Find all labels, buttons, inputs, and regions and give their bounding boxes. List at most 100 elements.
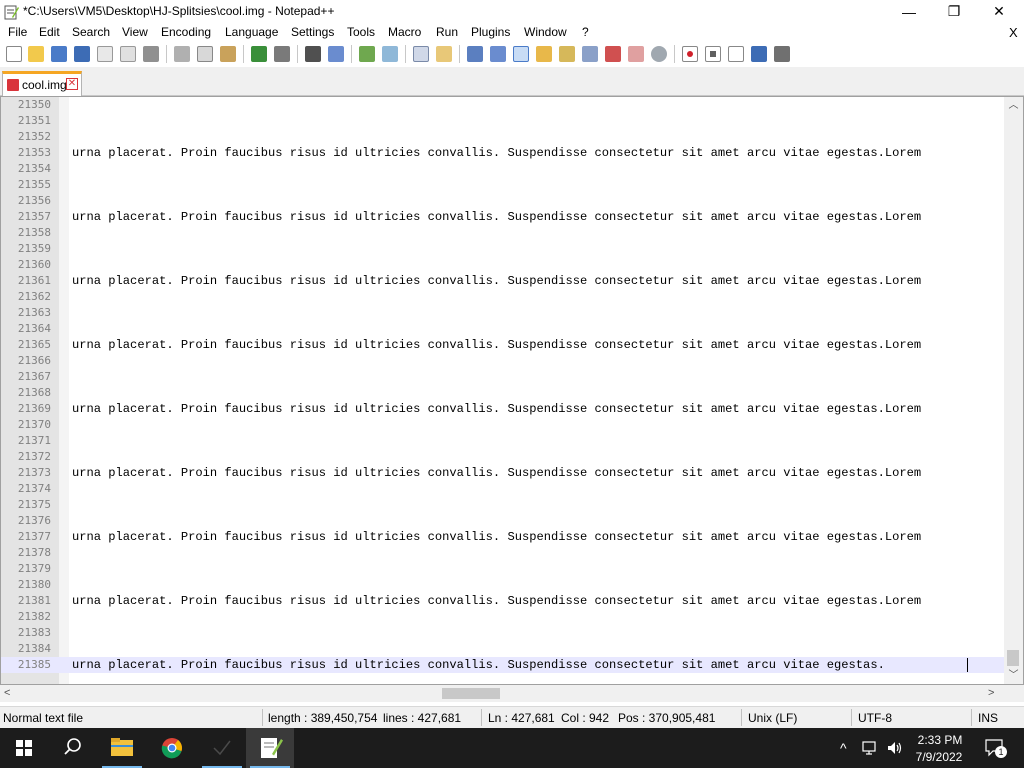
show-all-chars-icon[interactable] — [490, 46, 506, 62]
scroll-left-icon[interactable]: < — [4, 685, 20, 702]
indent-guide-icon[interactable] — [513, 46, 529, 62]
eye-icon[interactable] — [651, 46, 667, 62]
text-line[interactable]: 21353 urna placerat. Proin faucibus risus… — [1, 145, 1005, 161]
zoom-out-icon[interactable] — [382, 46, 398, 62]
text-line[interactable]: 21360 — [1, 257, 1005, 273]
text-line[interactable]: 21354 — [1, 161, 1005, 177]
text-line[interactable]: 21363 — [1, 305, 1005, 321]
scroll-right-icon[interactable]: > — [988, 685, 1004, 702]
close-document-button[interactable]: X — [1009, 25, 1018, 40]
menu-file[interactable]: File — [8, 25, 27, 39]
scroll-up-icon[interactable]: ︿ — [1004, 97, 1023, 114]
zoom-in-icon[interactable] — [359, 46, 375, 62]
monitoring-icon[interactable] — [605, 46, 621, 62]
search-button[interactable] — [48, 728, 96, 768]
tab-close-icon[interactable]: ✕ — [66, 78, 78, 90]
sync-horizontal-icon[interactable] — [436, 46, 452, 62]
function-list-icon[interactable] — [559, 46, 575, 62]
menu-plugins[interactable]: Plugins — [471, 25, 510, 39]
close-all-icon[interactable] — [120, 46, 136, 62]
status-insert-mode[interactable]: INS — [978, 711, 998, 725]
menu-view[interactable]: View — [122, 25, 148, 39]
volume-icon[interactable] — [886, 740, 904, 756]
doc-map-icon[interactable] — [536, 46, 552, 62]
text-line[interactable]: 21376 — [1, 513, 1005, 529]
menu-encoding[interactable]: Encoding — [161, 25, 211, 39]
checkmark-app-button[interactable] — [198, 728, 246, 768]
replace-icon[interactable] — [328, 46, 344, 62]
menu-help[interactable]: ? — [582, 25, 589, 39]
vertical-scrollbar[interactable]: ︿ ﹀ — [1004, 97, 1023, 684]
text-line[interactable]: 21373 urna placerat. Proin faucibus risus… — [1, 465, 1005, 481]
text-line[interactable]: 21374 — [1, 481, 1005, 497]
menu-tools[interactable]: Tools — [347, 25, 375, 39]
status-encoding[interactable]: UTF-8 — [858, 711, 892, 725]
text-line[interactable]: 21384 — [1, 641, 1005, 657]
text-line[interactable]: 21361 urna placerat. Proin faucibus risus… — [1, 273, 1005, 289]
text-line[interactable]: 21368 — [1, 385, 1005, 401]
current-line[interactable]: 21385 urna placerat. Proin faucibus risus… — [1, 657, 1005, 673]
save-icon[interactable] — [51, 46, 67, 62]
show-hidden-icons-button[interactable]: ^ — [840, 740, 847, 756]
menu-edit[interactable]: Edit — [39, 25, 60, 39]
undo-icon[interactable] — [251, 46, 267, 62]
notification-center-button[interactable]: 1 — [984, 738, 1007, 758]
horizontal-scroll-thumb[interactable] — [442, 688, 500, 699]
text-line[interactable]: 21359 — [1, 241, 1005, 257]
new-file-icon[interactable] — [6, 46, 22, 62]
text-line[interactable]: 21372 — [1, 449, 1005, 465]
text-line[interactable]: 21358 — [1, 225, 1005, 241]
find-icon[interactable] — [305, 46, 321, 62]
close-button[interactable]: ✕ — [976, 0, 1022, 23]
menu-macro[interactable]: Macro — [388, 25, 421, 39]
text-line[interactable]: 21350 — [1, 97, 1005, 113]
text-line[interactable]: 21377 urna placerat. Proin faucibus risus… — [1, 529, 1005, 545]
horizontal-scrollbar[interactable]: < > — [0, 685, 1004, 702]
file-explorer-button[interactable] — [98, 728, 146, 768]
maximize-button[interactable]: ❐ — [931, 0, 977, 23]
cut-icon[interactable] — [174, 46, 190, 62]
close-icon[interactable] — [97, 46, 113, 62]
open-file-icon[interactable] — [28, 46, 44, 62]
scroll-down-icon[interactable]: ﹀ — [1004, 667, 1023, 684]
text-line[interactable]: 21355 — [1, 177, 1005, 193]
save-all-icon[interactable] — [74, 46, 90, 62]
menu-search[interactable]: Search — [72, 25, 110, 39]
text-line[interactable]: 21362 — [1, 289, 1005, 305]
start-button[interactable] — [0, 728, 48, 768]
text-line[interactable]: 21356 — [1, 193, 1005, 209]
text-line[interactable]: 21382 — [1, 609, 1005, 625]
redo-icon[interactable] — [274, 46, 290, 62]
copy-icon[interactable] — [197, 46, 213, 62]
clock-time[interactable]: 2:33 PM — [912, 733, 968, 747]
text-line[interactable]: 21352 — [1, 129, 1005, 145]
menu-language[interactable]: Language — [225, 25, 278, 39]
vertical-scroll-thumb[interactable] — [1007, 650, 1019, 666]
folder-workspace-icon[interactable] — [582, 46, 598, 62]
notepad-plus-plus-taskbar-button[interactable] — [246, 728, 294, 768]
text-line[interactable]: 21369 urna placerat. Proin faucibus risus… — [1, 401, 1005, 417]
clock-date[interactable]: 7/9/2022 — [908, 750, 970, 764]
text-line[interactable]: 21375 — [1, 497, 1005, 513]
stop-macro-icon[interactable] — [705, 46, 721, 62]
chrome-button[interactable] — [148, 728, 196, 768]
text-line[interactable]: 21379 — [1, 561, 1005, 577]
text-line[interactable]: 21380 — [1, 577, 1005, 593]
text-line[interactable]: 21365 urna placerat. Proin faucibus risus… — [1, 337, 1005, 353]
text-line[interactable]: 21357 urna placerat. Proin faucibus risus… — [1, 209, 1005, 225]
paste-icon[interactable] — [220, 46, 236, 62]
text-line[interactable]: 21351 — [1, 113, 1005, 129]
menu-run[interactable]: Run — [436, 25, 458, 39]
text-line[interactable]: 21378 — [1, 545, 1005, 561]
text-line[interactable]: 21367 — [1, 369, 1005, 385]
minimize-button[interactable]: — — [886, 0, 932, 23]
folder-as-workspace-icon[interactable] — [628, 46, 644, 62]
text-editor[interactable]: 21350 21351 21352 21353 urna placerat. Proin… — [0, 96, 1024, 685]
status-eol[interactable]: Unix (LF) — [748, 711, 797, 725]
tab-cool-img[interactable]: cool.img ✕ — [2, 71, 82, 96]
sync-vertical-icon[interactable] — [413, 46, 429, 62]
text-line[interactable]: 21383 — [1, 625, 1005, 641]
network-icon[interactable] — [862, 740, 880, 756]
play-macro-icon[interactable] — [728, 46, 744, 62]
save-macro-icon[interactable] — [774, 46, 790, 62]
